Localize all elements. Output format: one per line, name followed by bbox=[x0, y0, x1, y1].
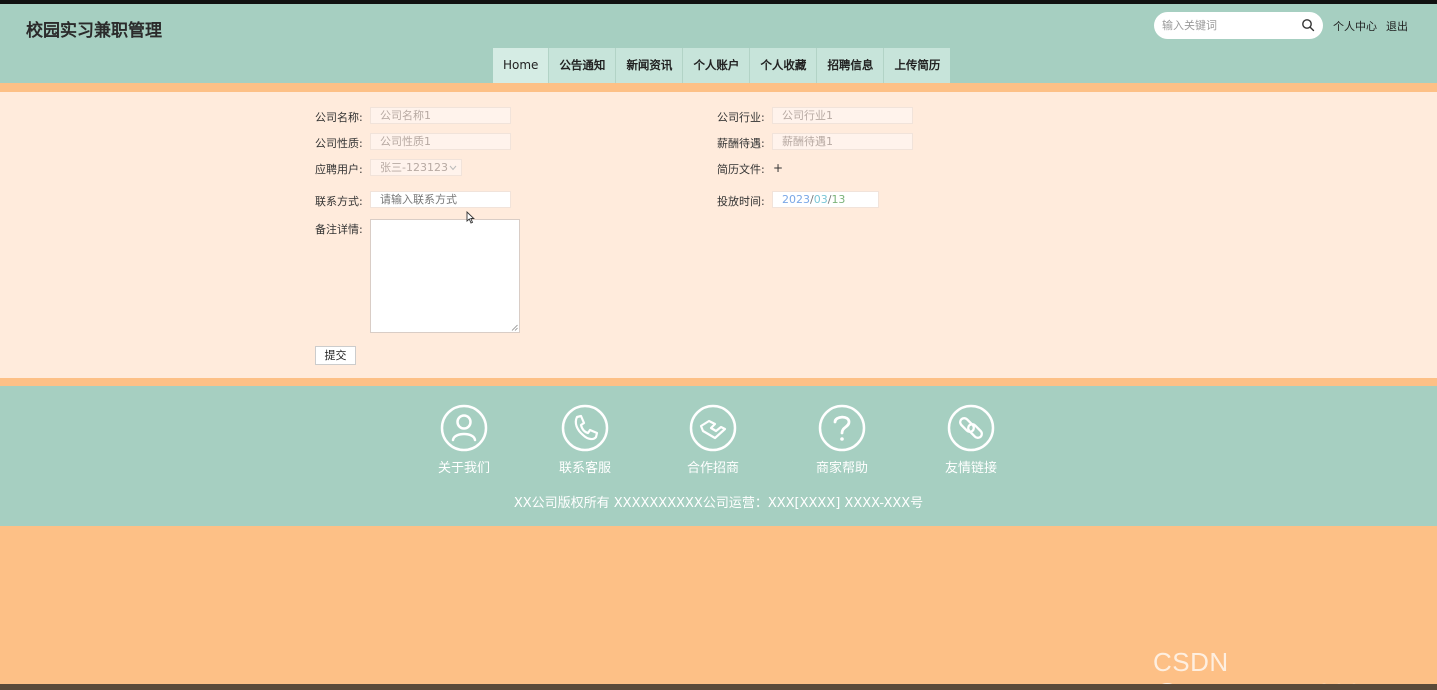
nav-recruitment[interactable]: 招聘信息 bbox=[816, 48, 883, 83]
nav-upload-resume[interactable]: 上传简历 bbox=[883, 48, 950, 83]
footer-label: 联系客服 bbox=[558, 461, 611, 476]
search-box[interactable] bbox=[1154, 12, 1323, 39]
company-nature-field: 公司性质1 bbox=[370, 133, 511, 150]
main-nav: Home 公告通知 新闻资讯 个人账户 个人收藏 招聘信息 上传简历 bbox=[493, 48, 951, 83]
date-year: 2023 bbox=[782, 193, 810, 206]
nav-news[interactable]: 新闻资讯 bbox=[615, 48, 682, 83]
footer-friend-links[interactable]: 友情链接 bbox=[926, 404, 1016, 476]
accent-band-top bbox=[0, 83, 1437, 92]
date-month: 03 bbox=[813, 193, 828, 206]
footer-label: 关于我们 bbox=[437, 461, 490, 476]
submit-time-date-input[interactable]: 2023/03/13 bbox=[772, 191, 879, 208]
remarks-textarea[interactable] bbox=[370, 219, 520, 333]
handshake-icon bbox=[689, 404, 737, 452]
nav-favorites[interactable]: 个人收藏 bbox=[749, 48, 816, 83]
company-name-field: 公司名称1 bbox=[370, 107, 511, 124]
salary-label: 薪酬待遇: bbox=[717, 137, 765, 150]
chevron-down-icon bbox=[449, 165, 457, 171]
site-header: 校园实习兼职管理 个人中心 退出 Home 公告通知 新闻资讯 个人账户 个人收… bbox=[0, 4, 1437, 83]
resume-file-label: 简历文件: bbox=[717, 163, 765, 176]
footer-customer-service[interactable]: 联系客服 bbox=[540, 404, 630, 476]
mouse-cursor-icon bbox=[466, 211, 475, 224]
applicant-value: 张三-123123 bbox=[380, 161, 448, 174]
resize-handle-icon[interactable] bbox=[511, 324, 518, 331]
search-icon[interactable] bbox=[1301, 18, 1315, 32]
link-icon bbox=[947, 404, 995, 452]
contact-input[interactable]: 请输入联系方式 bbox=[370, 191, 511, 208]
site-footer: 关于我们 联系客服 合作招商 商家帮助 友情链接 XX公司版权所有 XXXXXX… bbox=[0, 386, 1437, 526]
company-industry-field: 公司行业1 bbox=[772, 107, 913, 124]
logout-link[interactable]: 退出 bbox=[1386, 18, 1408, 34]
question-icon bbox=[818, 404, 866, 452]
applicant-select[interactable]: 张三-123123 bbox=[370, 159, 462, 176]
company-industry-label: 公司行业: bbox=[717, 111, 765, 124]
nav-home[interactable]: Home bbox=[493, 48, 549, 83]
footer-label: 友情链接 bbox=[944, 461, 997, 476]
add-file-button[interactable]: + bbox=[773, 161, 783, 175]
company-nature-label: 公司性质: bbox=[315, 137, 363, 150]
user-center-link[interactable]: 个人中心 bbox=[1333, 18, 1377, 34]
footer-label: 合作招商 bbox=[686, 461, 739, 476]
nav-account[interactable]: 个人账户 bbox=[682, 48, 749, 83]
footer-about-us[interactable]: 关于我们 bbox=[419, 404, 509, 476]
window-bottom-bar bbox=[0, 684, 1437, 690]
contact-label: 联系方式: bbox=[315, 195, 363, 208]
accent-band-bottom bbox=[0, 378, 1437, 386]
submit-time-label: 投放时间: bbox=[717, 195, 765, 208]
remarks-label: 备注详情: bbox=[315, 223, 363, 236]
footer-label: 商家帮助 bbox=[815, 461, 868, 476]
salary-field: 薪酬待遇1 bbox=[772, 133, 913, 150]
footer-partnership[interactable]: 合作招商 bbox=[668, 404, 758, 476]
company-name-label: 公司名称: bbox=[315, 111, 363, 124]
submit-button[interactable]: 提交 bbox=[315, 346, 356, 365]
date-day: 13 bbox=[831, 193, 846, 206]
copyright-text: XX公司版权所有 XXXXXXXXXX公司运营：XXX[XXXX] XXXX-X… bbox=[513, 496, 924, 511]
user-icon bbox=[440, 404, 488, 452]
applicant-label: 应聘用户: bbox=[315, 163, 363, 176]
nav-announcements[interactable]: 公告通知 bbox=[548, 48, 615, 83]
footer-merchant-help[interactable]: 商家帮助 bbox=[797, 404, 887, 476]
resume-form: 公司名称: 公司名称1 公司行业: 公司行业1 公司性质: 公司性质1 薪酬待遇… bbox=[0, 92, 1437, 378]
site-title: 校园实习兼职管理 bbox=[26, 21, 162, 41]
search-input[interactable] bbox=[1162, 16, 1292, 35]
phone-icon bbox=[561, 404, 609, 452]
